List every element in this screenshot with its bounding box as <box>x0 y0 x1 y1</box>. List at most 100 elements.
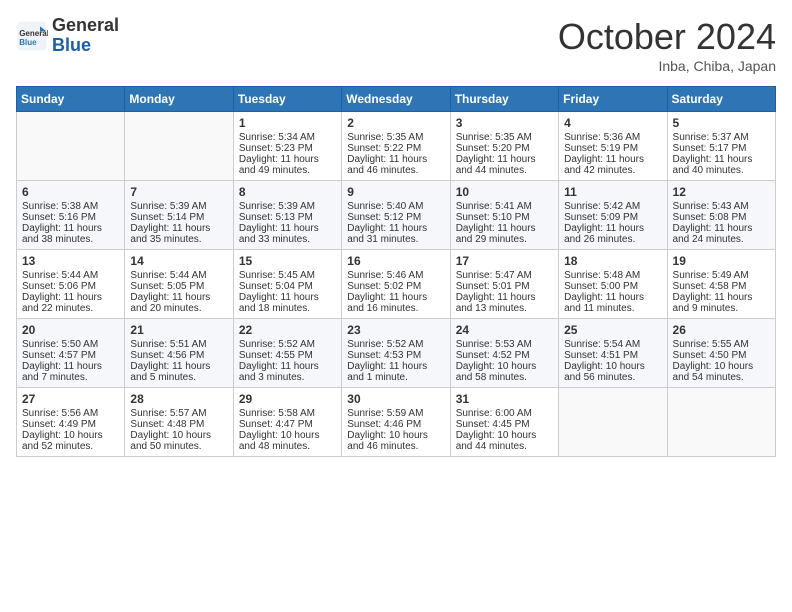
sunrise-text: Sunrise: 5:35 AM <box>456 132 553 143</box>
daylight-text: Daylight: 10 hours and 48 minutes. <box>239 430 336 452</box>
calendar-cell: 23Sunrise: 5:52 AMSunset: 4:53 PMDayligh… <box>342 319 450 388</box>
day-number: 20 <box>22 323 119 337</box>
day-number: 31 <box>456 392 553 406</box>
sunset-text: Sunset: 5:02 PM <box>347 281 444 292</box>
day-number: 24 <box>456 323 553 337</box>
sunrise-text: Sunrise: 5:40 AM <box>347 201 444 212</box>
day-number: 19 <box>673 254 770 268</box>
sunset-text: Sunset: 5:19 PM <box>564 143 661 154</box>
daylight-text: Daylight: 10 hours and 58 minutes. <box>456 361 553 383</box>
daylight-text: Daylight: 11 hours and 38 minutes. <box>22 223 119 245</box>
sunrise-text: Sunrise: 5:35 AM <box>347 132 444 143</box>
calendar-cell <box>667 388 775 457</box>
daylight-text: Daylight: 10 hours and 56 minutes. <box>564 361 661 383</box>
weekday-header-thursday: Thursday <box>450 87 558 112</box>
daylight-text: Daylight: 11 hours and 42 minutes. <box>564 154 661 176</box>
calendar-week-2: 6Sunrise: 5:38 AMSunset: 5:16 PMDaylight… <box>17 181 776 250</box>
calendar-table: SundayMondayTuesdayWednesdayThursdayFrid… <box>16 86 776 457</box>
sunrise-text: Sunrise: 5:34 AM <box>239 132 336 143</box>
daylight-text: Daylight: 11 hours and 3 minutes. <box>239 361 336 383</box>
day-number: 22 <box>239 323 336 337</box>
day-number: 28 <box>130 392 227 406</box>
day-number: 30 <box>347 392 444 406</box>
sunset-text: Sunset: 4:58 PM <box>673 281 770 292</box>
sunset-text: Sunset: 4:52 PM <box>456 350 553 361</box>
weekday-header-monday: Monday <box>125 87 233 112</box>
calendar-cell: 27Sunrise: 5:56 AMSunset: 4:49 PMDayligh… <box>17 388 125 457</box>
calendar-cell: 10Sunrise: 5:41 AMSunset: 5:10 PMDayligh… <box>450 181 558 250</box>
day-number: 29 <box>239 392 336 406</box>
sunrise-text: Sunrise: 5:44 AM <box>22 270 119 281</box>
day-number: 26 <box>673 323 770 337</box>
sunrise-text: Sunrise: 5:50 AM <box>22 339 119 350</box>
sunrise-text: Sunrise: 5:45 AM <box>239 270 336 281</box>
calendar-cell: 3Sunrise: 5:35 AMSunset: 5:20 PMDaylight… <box>450 112 558 181</box>
calendar-cell: 20 Sunrise: 5:50 AMSunset: 4:57 PMDayligh… <box>17 319 125 388</box>
day-number: 1 <box>239 116 336 130</box>
sunset-text: Sunset: 5:08 PM <box>673 212 770 223</box>
day-number: 18 <box>564 254 661 268</box>
sunset-text: Sunset: 5:22 PM <box>347 143 444 154</box>
sunrise-text: Sunrise: 5:42 AM <box>564 201 661 212</box>
calendar-cell: 26Sunrise: 5:55 AMSunset: 4:50 PMDayligh… <box>667 319 775 388</box>
daylight-text: Daylight: 11 hours and 7 minutes. <box>22 361 119 383</box>
sunrise-text: Sunrise: 5:38 AM <box>22 201 119 212</box>
daylight-text: Daylight: 11 hours and 40 minutes. <box>673 154 770 176</box>
day-number: 13 <box>22 254 119 268</box>
sunrise-text: Sunrise: 5:43 AM <box>673 201 770 212</box>
sunset-text: Sunset: 5:04 PM <box>239 281 336 292</box>
calendar-cell <box>559 388 667 457</box>
daylight-text: Daylight: 11 hours and 9 minutes. <box>673 292 770 314</box>
daylight-text: Daylight: 11 hours and 20 minutes. <box>130 292 227 314</box>
calendar-week-5: 27Sunrise: 5:56 AMSunset: 4:49 PMDayligh… <box>17 388 776 457</box>
sunrise-text: Sunrise: 5:52 AM <box>239 339 336 350</box>
daylight-text: Daylight: 11 hours and 11 minutes. <box>564 292 661 314</box>
day-number: 6 <box>22 185 119 199</box>
calendar-cell: 6Sunrise: 5:38 AMSunset: 5:16 PMDaylight… <box>17 181 125 250</box>
sunset-text: Sunset: 5:10 PM <box>456 212 553 223</box>
sunset-text: Sunset: 4:45 PM <box>456 419 553 430</box>
daylight-text: Daylight: 11 hours and 5 minutes. <box>130 361 227 383</box>
sunset-text: Sunset: 5:20 PM <box>456 143 553 154</box>
sunrise-text: Sunrise: 5:52 AM <box>347 339 444 350</box>
daylight-text: Daylight: 11 hours and 22 minutes. <box>22 292 119 314</box>
calendar-cell: 1Sunrise: 5:34 AMSunset: 5:23 PMDaylight… <box>233 112 341 181</box>
day-number: 17 <box>456 254 553 268</box>
calendar-cell: 22 Sunrise: 5:52 AMSunset: 4:55 PMDayligh… <box>233 319 341 388</box>
sunset-text: Sunset: 4:55 PM <box>239 350 336 361</box>
calendar-cell: 16Sunrise: 5:46 AMSunset: 5:02 PMDayligh… <box>342 250 450 319</box>
weekday-header-wednesday: Wednesday <box>342 87 450 112</box>
sunrise-text: Sunrise: 5:54 AM <box>564 339 661 350</box>
sunrise-text: Sunrise: 5:41 AM <box>456 201 553 212</box>
calendar-cell: 19Sunrise: 5:49 AMSunset: 4:58 PMDayligh… <box>667 250 775 319</box>
calendar-cell: 12Sunrise: 5:43 AMSunset: 5:08 PMDayligh… <box>667 181 775 250</box>
calendar-cell: 25 Sunrise: 5:54 AMSunset: 4:51 PMDayligh… <box>559 319 667 388</box>
title-block: October 2024 Inba, Chiba, Japan <box>558 16 776 74</box>
daylight-text: Daylight: 10 hours and 50 minutes. <box>130 430 227 452</box>
svg-text:Blue: Blue <box>19 38 37 47</box>
sunset-text: Sunset: 5:17 PM <box>673 143 770 154</box>
sunset-text: Sunset: 5:14 PM <box>130 212 227 223</box>
calendar-cell: 4Sunrise: 5:36 AMSunset: 5:19 PMDaylight… <box>559 112 667 181</box>
sunset-text: Sunset: 5:00 PM <box>564 281 661 292</box>
sunset-text: Sunset: 4:57 PM <box>22 350 119 361</box>
calendar-cell: 13Sunrise: 5:44 AMSunset: 5:06 PMDayligh… <box>17 250 125 319</box>
sunset-text: Sunset: 4:51 PM <box>564 350 661 361</box>
calendar-week-3: 13Sunrise: 5:44 AMSunset: 5:06 PMDayligh… <box>17 250 776 319</box>
daylight-text: Daylight: 10 hours and 44 minutes. <box>456 430 553 452</box>
day-number: 25 <box>564 323 661 337</box>
calendar-cell: 5Sunrise: 5:37 AMSunset: 5:17 PMDaylight… <box>667 112 775 181</box>
sunrise-text: Sunrise: 5:55 AM <box>673 339 770 350</box>
sunset-text: Sunset: 5:05 PM <box>130 281 227 292</box>
daylight-text: Daylight: 11 hours and 26 minutes. <box>564 223 661 245</box>
day-number: 23 <box>347 323 444 337</box>
sunrise-text: Sunrise: 5:53 AM <box>456 339 553 350</box>
weekday-header-sunday: Sunday <box>17 87 125 112</box>
day-number: 5 <box>673 116 770 130</box>
calendar-body: 1Sunrise: 5:34 AMSunset: 5:23 PMDaylight… <box>17 112 776 457</box>
day-number: 14 <box>130 254 227 268</box>
calendar-cell <box>125 112 233 181</box>
calendar-cell: 17Sunrise: 5:47 AMSunset: 5:01 PMDayligh… <box>450 250 558 319</box>
sunrise-text: Sunrise: 5:58 AM <box>239 408 336 419</box>
daylight-text: Daylight: 11 hours and 46 minutes. <box>347 154 444 176</box>
